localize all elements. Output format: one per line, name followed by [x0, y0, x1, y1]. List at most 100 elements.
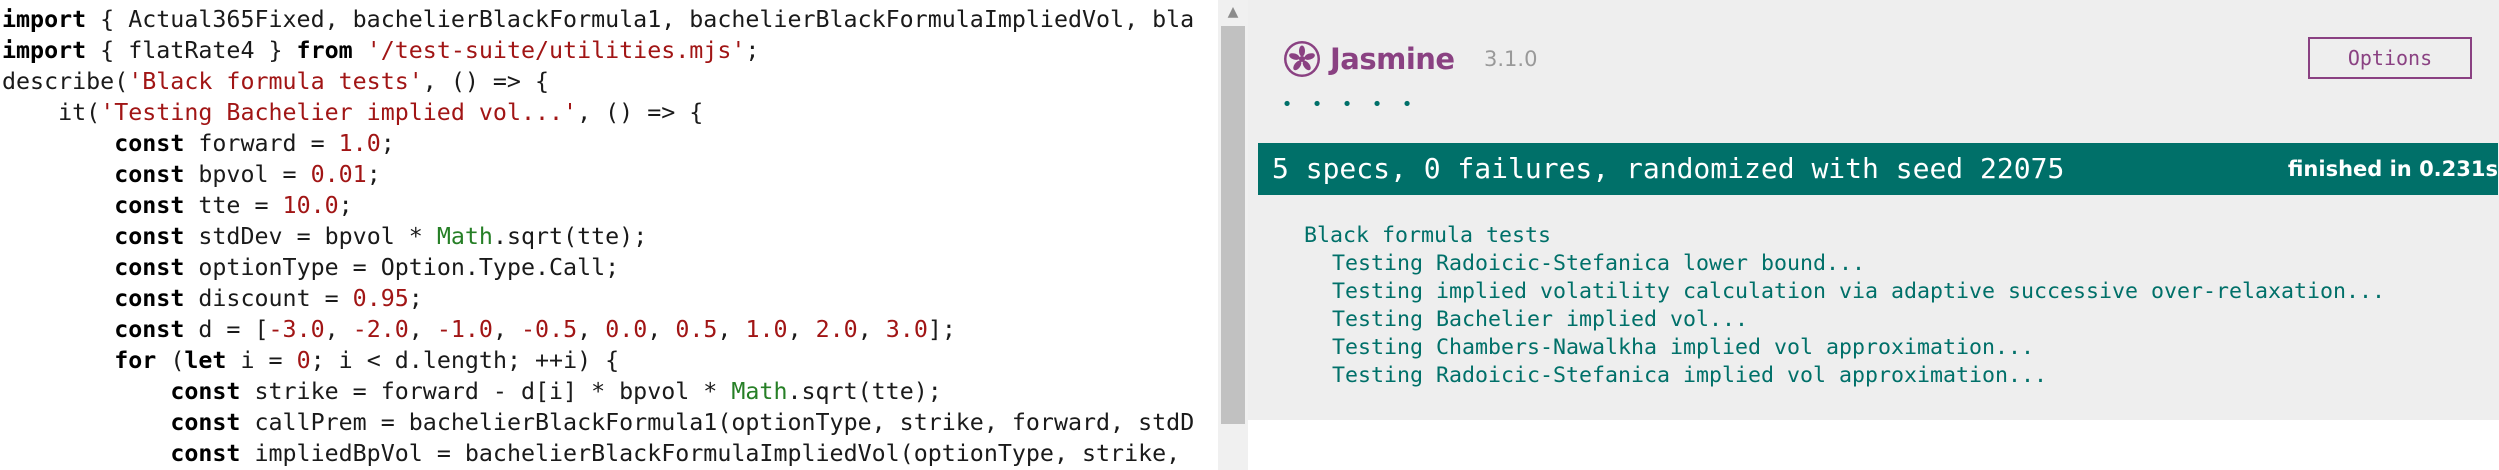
duration-text: finished in 0.231s [2287, 157, 2498, 181]
code-token: it( [2, 99, 101, 126]
code-line[interactable]: const callPrem = bachelierBlackFormula1(… [2, 407, 1218, 438]
code-line[interactable]: const forward = 1.0; [2, 128, 1218, 159]
code-token: , [857, 316, 886, 343]
code-token: '/test-suite/utilities.mjs' [366, 37, 746, 64]
code-token: , () => { [577, 99, 704, 126]
code-token: 0 [296, 347, 311, 374]
code-token: 'Black formula tests' [128, 68, 423, 95]
spec-passed-dot[interactable]: • [1368, 96, 1386, 114]
code-line[interactable]: const optionType = Option.Type.Call; [2, 252, 1218, 283]
code-token: 0.5 [675, 316, 718, 343]
code-token: , [577, 316, 606, 343]
code-line[interactable]: const tte = 10.0; [2, 190, 1218, 221]
code-token: 10.0 [282, 192, 339, 219]
code-token: const [114, 254, 185, 281]
summary-text: 5 specs, 0 failures, randomized with see… [1272, 152, 2065, 185]
code-token: 'Testing Bachelier implied vol...' [100, 99, 578, 126]
code-token: const [114, 161, 185, 188]
code-area[interactable]: import { Actual365Fixed, bachelierBlackF… [2, 4, 1218, 470]
code-token: 0.01 [310, 161, 367, 188]
code-editor[interactable]: import { Actual365Fixed, bachelierBlackF… [0, 0, 1248, 470]
scroll-up-arrow-icon[interactable]: ▲ [1218, 4, 1248, 20]
code-token: const [114, 192, 185, 219]
code-token: for [114, 347, 157, 374]
code-token: , [787, 316, 816, 343]
code-token: ; [408, 285, 423, 312]
code-token: ( [156, 347, 185, 374]
jasmine-reporter: Jasmine 3.1.0 Options • • • • • 5 specs,… [1248, 0, 2499, 420]
code-token: , [717, 316, 746, 343]
code-token: forward = [184, 130, 339, 157]
code-token: , () => { [422, 68, 550, 95]
reporter-banner: Jasmine 3.1.0 Options [1248, 0, 2499, 90]
spec-passed-dot[interactable]: • [1308, 96, 1326, 114]
code-token: strike = forward - d[i] * bpvol * [240, 378, 732, 405]
code-line[interactable]: const impliedBpVol = bachelierBlackFormu… [2, 438, 1218, 469]
spec-passed-dot[interactable]: • [1398, 96, 1416, 114]
code-token: discount = [184, 285, 353, 312]
code-token: ; [745, 37, 760, 64]
jasmine-flower-icon [1284, 41, 1320, 77]
spec-passed-dot[interactable]: • [1338, 96, 1356, 114]
code-token: 2.0 [815, 316, 858, 343]
scrollbar-thumb[interactable] [1221, 26, 1245, 424]
jasmine-logo-text: Jasmine [1330, 42, 1455, 76]
code-token: bpvol = [184, 161, 311, 188]
code-token: stdDev = bpvol * [184, 223, 437, 250]
code-token: ; [366, 161, 381, 188]
jasmine-logo: Jasmine [1282, 36, 1455, 82]
code-token: const [114, 316, 185, 343]
spec-item[interactable]: Testing Chambers-Nawalkha implied vol ap… [1304, 334, 2385, 362]
code-token: .sqrt(tte); [787, 378, 942, 405]
code-token: const [170, 440, 241, 467]
code-line[interactable]: const discount = 0.95; [2, 283, 1218, 314]
code-line[interactable]: it('Testing Bachelier implied vol...', (… [2, 97, 1218, 128]
code-token: const [114, 285, 185, 312]
code-token: let [184, 347, 227, 374]
code-token: ]; [927, 316, 956, 343]
code-token: { flatRate4 } [86, 37, 297, 64]
code-token: 1.0 [745, 316, 788, 343]
code-token: const [170, 378, 241, 405]
code-token: d = [ [184, 316, 269, 343]
code-token: Math [731, 378, 788, 405]
code-token: Math [436, 223, 493, 250]
code-line[interactable]: const bpvol = 0.01; [2, 159, 1218, 190]
code-token: 0.95 [352, 285, 409, 312]
code-line[interactable]: const stdDev = bpvol * Math.sqrt(tte); [2, 221, 1218, 252]
spec-item[interactable]: Testing Radoicic-Stefanica implied vol a… [1304, 362, 2385, 390]
code-token: , [408, 316, 437, 343]
code-token: -3.0 [268, 316, 325, 343]
code-token: tte = [184, 192, 283, 219]
code-line[interactable]: const strike = forward - d[i] * bpvol * … [2, 376, 1218, 407]
results-list: Black formula tests Testing Radoicic-Ste… [1304, 222, 2385, 390]
code-token: , [492, 316, 522, 343]
spec-item[interactable]: Testing Radoicic-Stefanica lower bound..… [1304, 250, 2385, 278]
spec-item[interactable]: Testing Bachelier implied vol... [1304, 306, 2385, 334]
options-button[interactable]: Options [2308, 37, 2472, 79]
code-line[interactable]: import { Actual365Fixed, bachelierBlackF… [2, 4, 1218, 35]
vertical-scrollbar[interactable]: ▲ [1218, 0, 1248, 470]
code-token: const [170, 409, 241, 436]
spec-passed-dot[interactable]: • [1278, 96, 1296, 114]
spec-item[interactable]: Testing implied volatility calculation v… [1304, 278, 2385, 306]
suite-title[interactable]: Black formula tests [1304, 222, 2385, 250]
code-token: ; i < d.length; ++i) { [310, 347, 620, 374]
code-line[interactable]: import { flatRate4 } from '/test-suite/u… [2, 35, 1218, 66]
code-line[interactable]: describe('Black formula tests', () => { [2, 66, 1218, 97]
code-line[interactable]: for (let i = 0; i < d.length; ++i) { [2, 345, 1218, 376]
code-token: .sqrt(tte); [492, 223, 648, 250]
code-token: const [114, 223, 185, 250]
code-token: 1.0 [338, 130, 381, 157]
code-line[interactable]: const d = [-3.0, -2.0, -1.0, -0.5, 0.0, … [2, 314, 1218, 345]
code-token: ; [338, 192, 353, 219]
